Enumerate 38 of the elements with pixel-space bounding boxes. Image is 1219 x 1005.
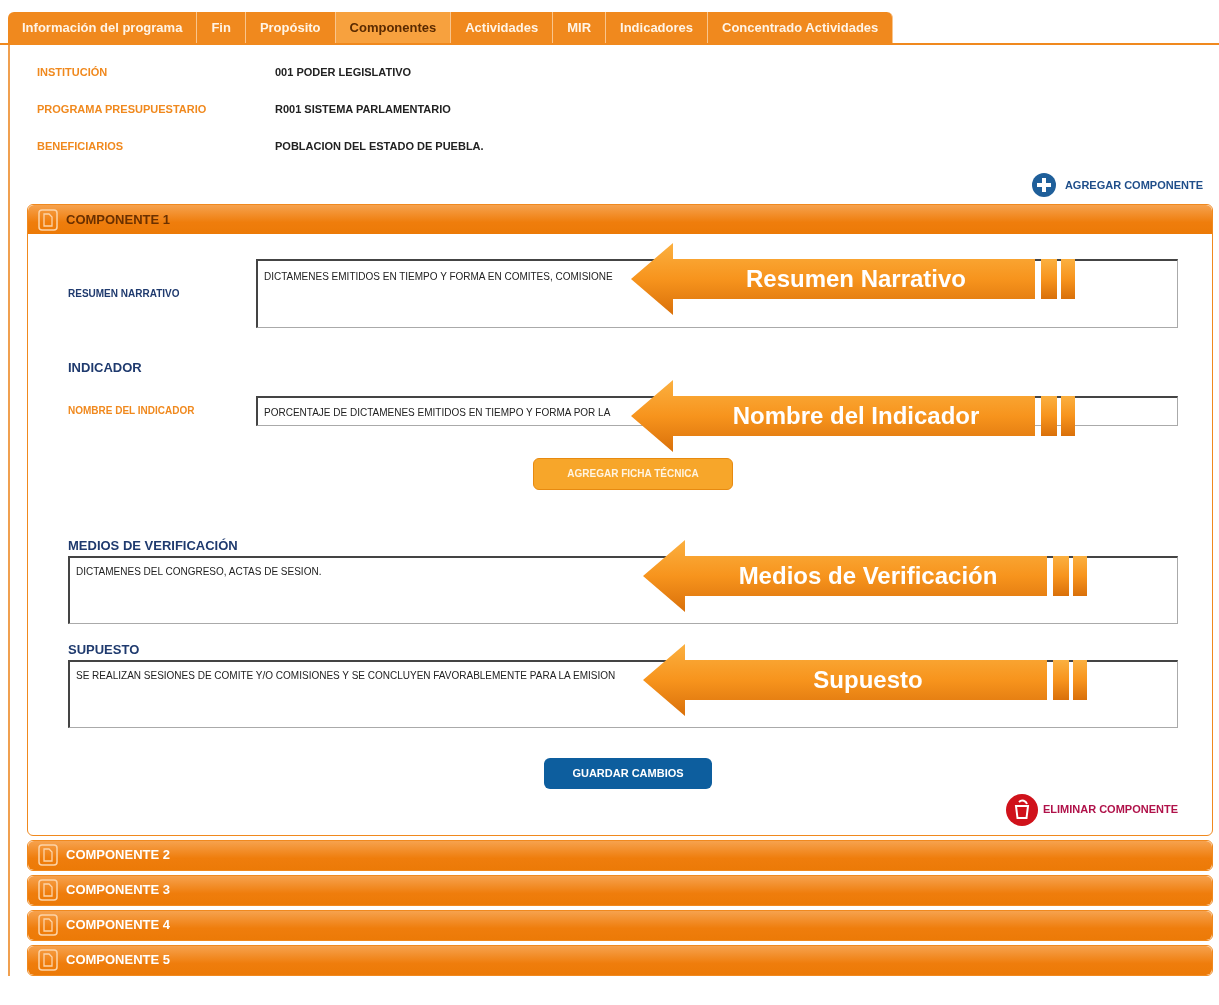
field-label: RESUMEN NARRATIVO xyxy=(68,287,181,301)
component-header[interactable]: COMPONENTE 3 xyxy=(28,875,1212,905)
info-value: 001 PODER LEGISLATIVO xyxy=(275,65,412,80)
save-button[interactable]: GUARDAR CAMBIOS xyxy=(544,757,712,789)
delete-component-link[interactable]: ELIMINAR COMPONENTE xyxy=(1042,801,1178,818)
add-sheet-button[interactable]: AGREGAR FICHA TÉCNICA xyxy=(533,457,733,490)
field-label: MEDIOS DE VERIFICACIÓN xyxy=(68,537,239,554)
info-label: BENEFICIARIOS xyxy=(37,139,125,154)
document-icon xyxy=(38,914,58,936)
info-value: POBLACION DEL ESTADO DE PUEBLA. xyxy=(275,139,484,154)
info-label: INSTITUCIÓN xyxy=(37,65,109,80)
document-icon xyxy=(38,879,58,901)
info-label: PROGRAMA PRESUPUESTARIO xyxy=(37,102,208,117)
trash-icon xyxy=(1004,792,1039,827)
tab[interactable]: Componentes xyxy=(335,12,452,43)
tab[interactable]: Indicadores xyxy=(606,12,708,43)
section-heading: INDICADOR xyxy=(68,359,143,377)
tab[interactable]: Actividades xyxy=(451,12,554,43)
tab[interactable]: Información del programa xyxy=(8,12,198,43)
tooltip-label: Medios de Verificación xyxy=(737,560,999,591)
component-header[interactable]: COMPONENTE 1 xyxy=(28,205,1212,234)
document-icon xyxy=(38,949,58,971)
add-component-link[interactable]: AGREGAR COMPONENTE xyxy=(1064,176,1203,194)
tab[interactable]: MIR xyxy=(553,12,607,43)
tooltip-label: Resumen Narrativo xyxy=(744,264,968,294)
add-icon xyxy=(1030,172,1057,198)
component-header[interactable]: COMPONENTE 4 xyxy=(28,910,1212,940)
tab[interactable]: Fin xyxy=(197,12,246,43)
component-header[interactable]: COMPONENTE 5 xyxy=(28,945,1212,975)
tooltip-label: Supuesto xyxy=(812,664,924,695)
field-label: SUPUESTO xyxy=(68,641,141,658)
component-header[interactable]: COMPONENTE 2 xyxy=(28,840,1212,870)
tab[interactable]: Concentrado Actividades xyxy=(708,12,894,43)
document-icon xyxy=(38,208,58,231)
tab[interactable]: Propósito xyxy=(245,12,336,43)
info-value: R001 SISTEMA PARLAMENTARIO xyxy=(275,102,451,117)
document-icon xyxy=(38,844,58,866)
field-label: NOMBRE DEL INDICADOR xyxy=(68,404,196,418)
